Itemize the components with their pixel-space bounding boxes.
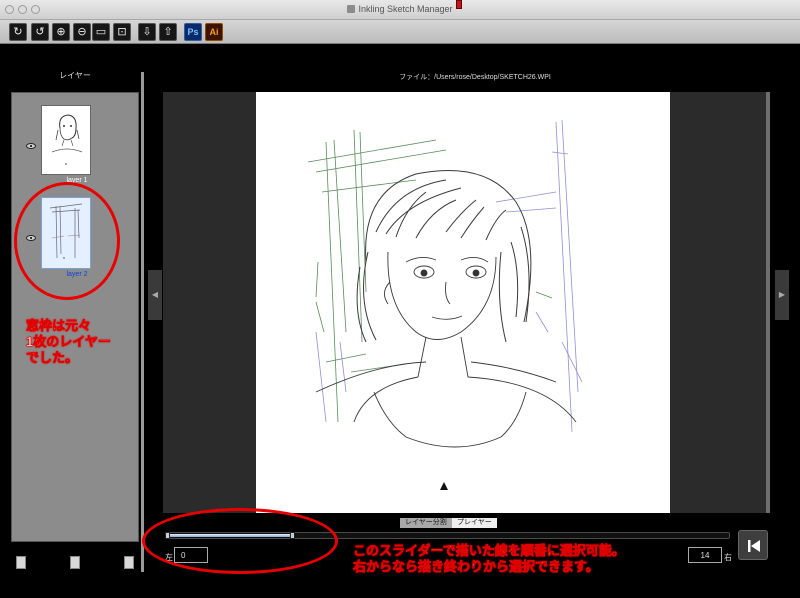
duplicate-layer-icon[interactable]	[70, 556, 80, 569]
window-title-wrap: Inkling Sketch Manager	[0, 4, 800, 14]
export-button[interactable]: ⇧	[159, 23, 177, 41]
layers-panel-title: レイヤー	[59, 71, 91, 80]
layer-1-visibility-eye-icon[interactable]	[26, 143, 36, 149]
next-arrow-icon[interactable]: ▶	[775, 270, 789, 320]
illustrator-button[interactable]: Ai	[205, 23, 223, 41]
right-label: 右	[724, 553, 732, 562]
skip-back-icon	[748, 540, 760, 552]
canvas-viewport[interactable]	[163, 92, 767, 513]
zoom-in-button[interactable]: ⊕	[52, 23, 70, 41]
hair-lines	[356, 170, 532, 343]
zoom-in-icon: ⊕	[56, 26, 66, 38]
fit-window-button[interactable]: ▭	[92, 23, 110, 41]
tab-player[interactable]: プレイヤー	[452, 518, 497, 528]
panel-divider[interactable]	[141, 72, 144, 572]
toolbar: ↻ ↺ ⊕ ⊖ ▭ ⊡ ⇩ ⇧ Ps Ai	[0, 20, 800, 44]
import-icon: ⇩	[142, 26, 152, 38]
sketch-paper[interactable]	[256, 92, 670, 513]
rotate-cw-button[interactable]: ↻	[9, 23, 27, 41]
slider-annotation-text: このスライダーで描いた線を順番に選択可能。 右からなら描き終わりから選択できます…	[353, 543, 625, 575]
slider-note-line-2: 右からなら描き終わりから選択できます。	[353, 559, 599, 575]
export-icon: ⇧	[163, 26, 173, 38]
actual-size-icon: ⊡	[117, 26, 127, 38]
window-title: Inkling Sketch Manager	[358, 4, 453, 14]
mouse-cursor-icon	[440, 482, 448, 490]
layer-annotation-circle	[14, 182, 120, 300]
photoshop-icon: Ps	[187, 27, 199, 37]
layer-1-thumbnail[interactable]	[41, 105, 91, 175]
illustrator-icon: Ai	[209, 27, 219, 37]
fit-window-icon: ▭	[95, 26, 107, 38]
tab-layer-split[interactable]: レイヤー分割	[400, 518, 452, 528]
right-value-field[interactable]: 14	[688, 547, 722, 563]
layer-note-line-3: でした。	[26, 350, 79, 366]
rotate-ccw-button[interactable]: ↺	[31, 23, 49, 41]
layer-note-line-2: 1枚のレイヤー	[26, 334, 111, 350]
canvas-scrollbar[interactable]	[766, 92, 770, 513]
file-path-label: ファイル：/Users/rose/Desktop/SKETCH26.WPI	[399, 74, 551, 81]
photoshop-button[interactable]: Ps	[184, 23, 202, 41]
slider-annotation-circle	[142, 508, 338, 574]
new-layer-icon[interactable]	[16, 556, 26, 569]
zoom-out-icon: ⊖	[77, 26, 87, 38]
slider-note-line-1: このスライダーで描いた線を順番に選択可能。	[353, 543, 625, 559]
body-lines	[315, 336, 577, 448]
import-button[interactable]: ⇩	[138, 23, 156, 41]
prev-arrow-icon[interactable]: ◀	[148, 270, 162, 320]
skip-to-start-button[interactable]	[738, 530, 768, 560]
layer-note-line-1: 窓枠は元々	[26, 318, 92, 334]
app-icon	[347, 5, 356, 13]
rotate-ccw-icon: ↺	[35, 26, 45, 38]
layer-1-sketch-thumb	[51, 114, 83, 165]
rotate-cw-icon: ↻	[13, 26, 23, 38]
face-lines	[384, 251, 497, 340]
delete-layer-icon[interactable]	[124, 556, 134, 569]
title-bar: Inkling Sketch Manager	[0, 0, 800, 20]
layer-annotation-text: 窓枠は元々 1枚のレイヤー でした。	[26, 318, 111, 366]
actual-size-button[interactable]: ⊡	[113, 23, 131, 41]
sketch-drawing	[307, 119, 583, 448]
layers-panel: layer 1 layer 2	[11, 92, 139, 542]
window-frame-blue-lines	[315, 119, 583, 433]
zoom-out-button[interactable]: ⊖	[73, 23, 91, 41]
recording-indicator-icon	[456, 0, 462, 9]
